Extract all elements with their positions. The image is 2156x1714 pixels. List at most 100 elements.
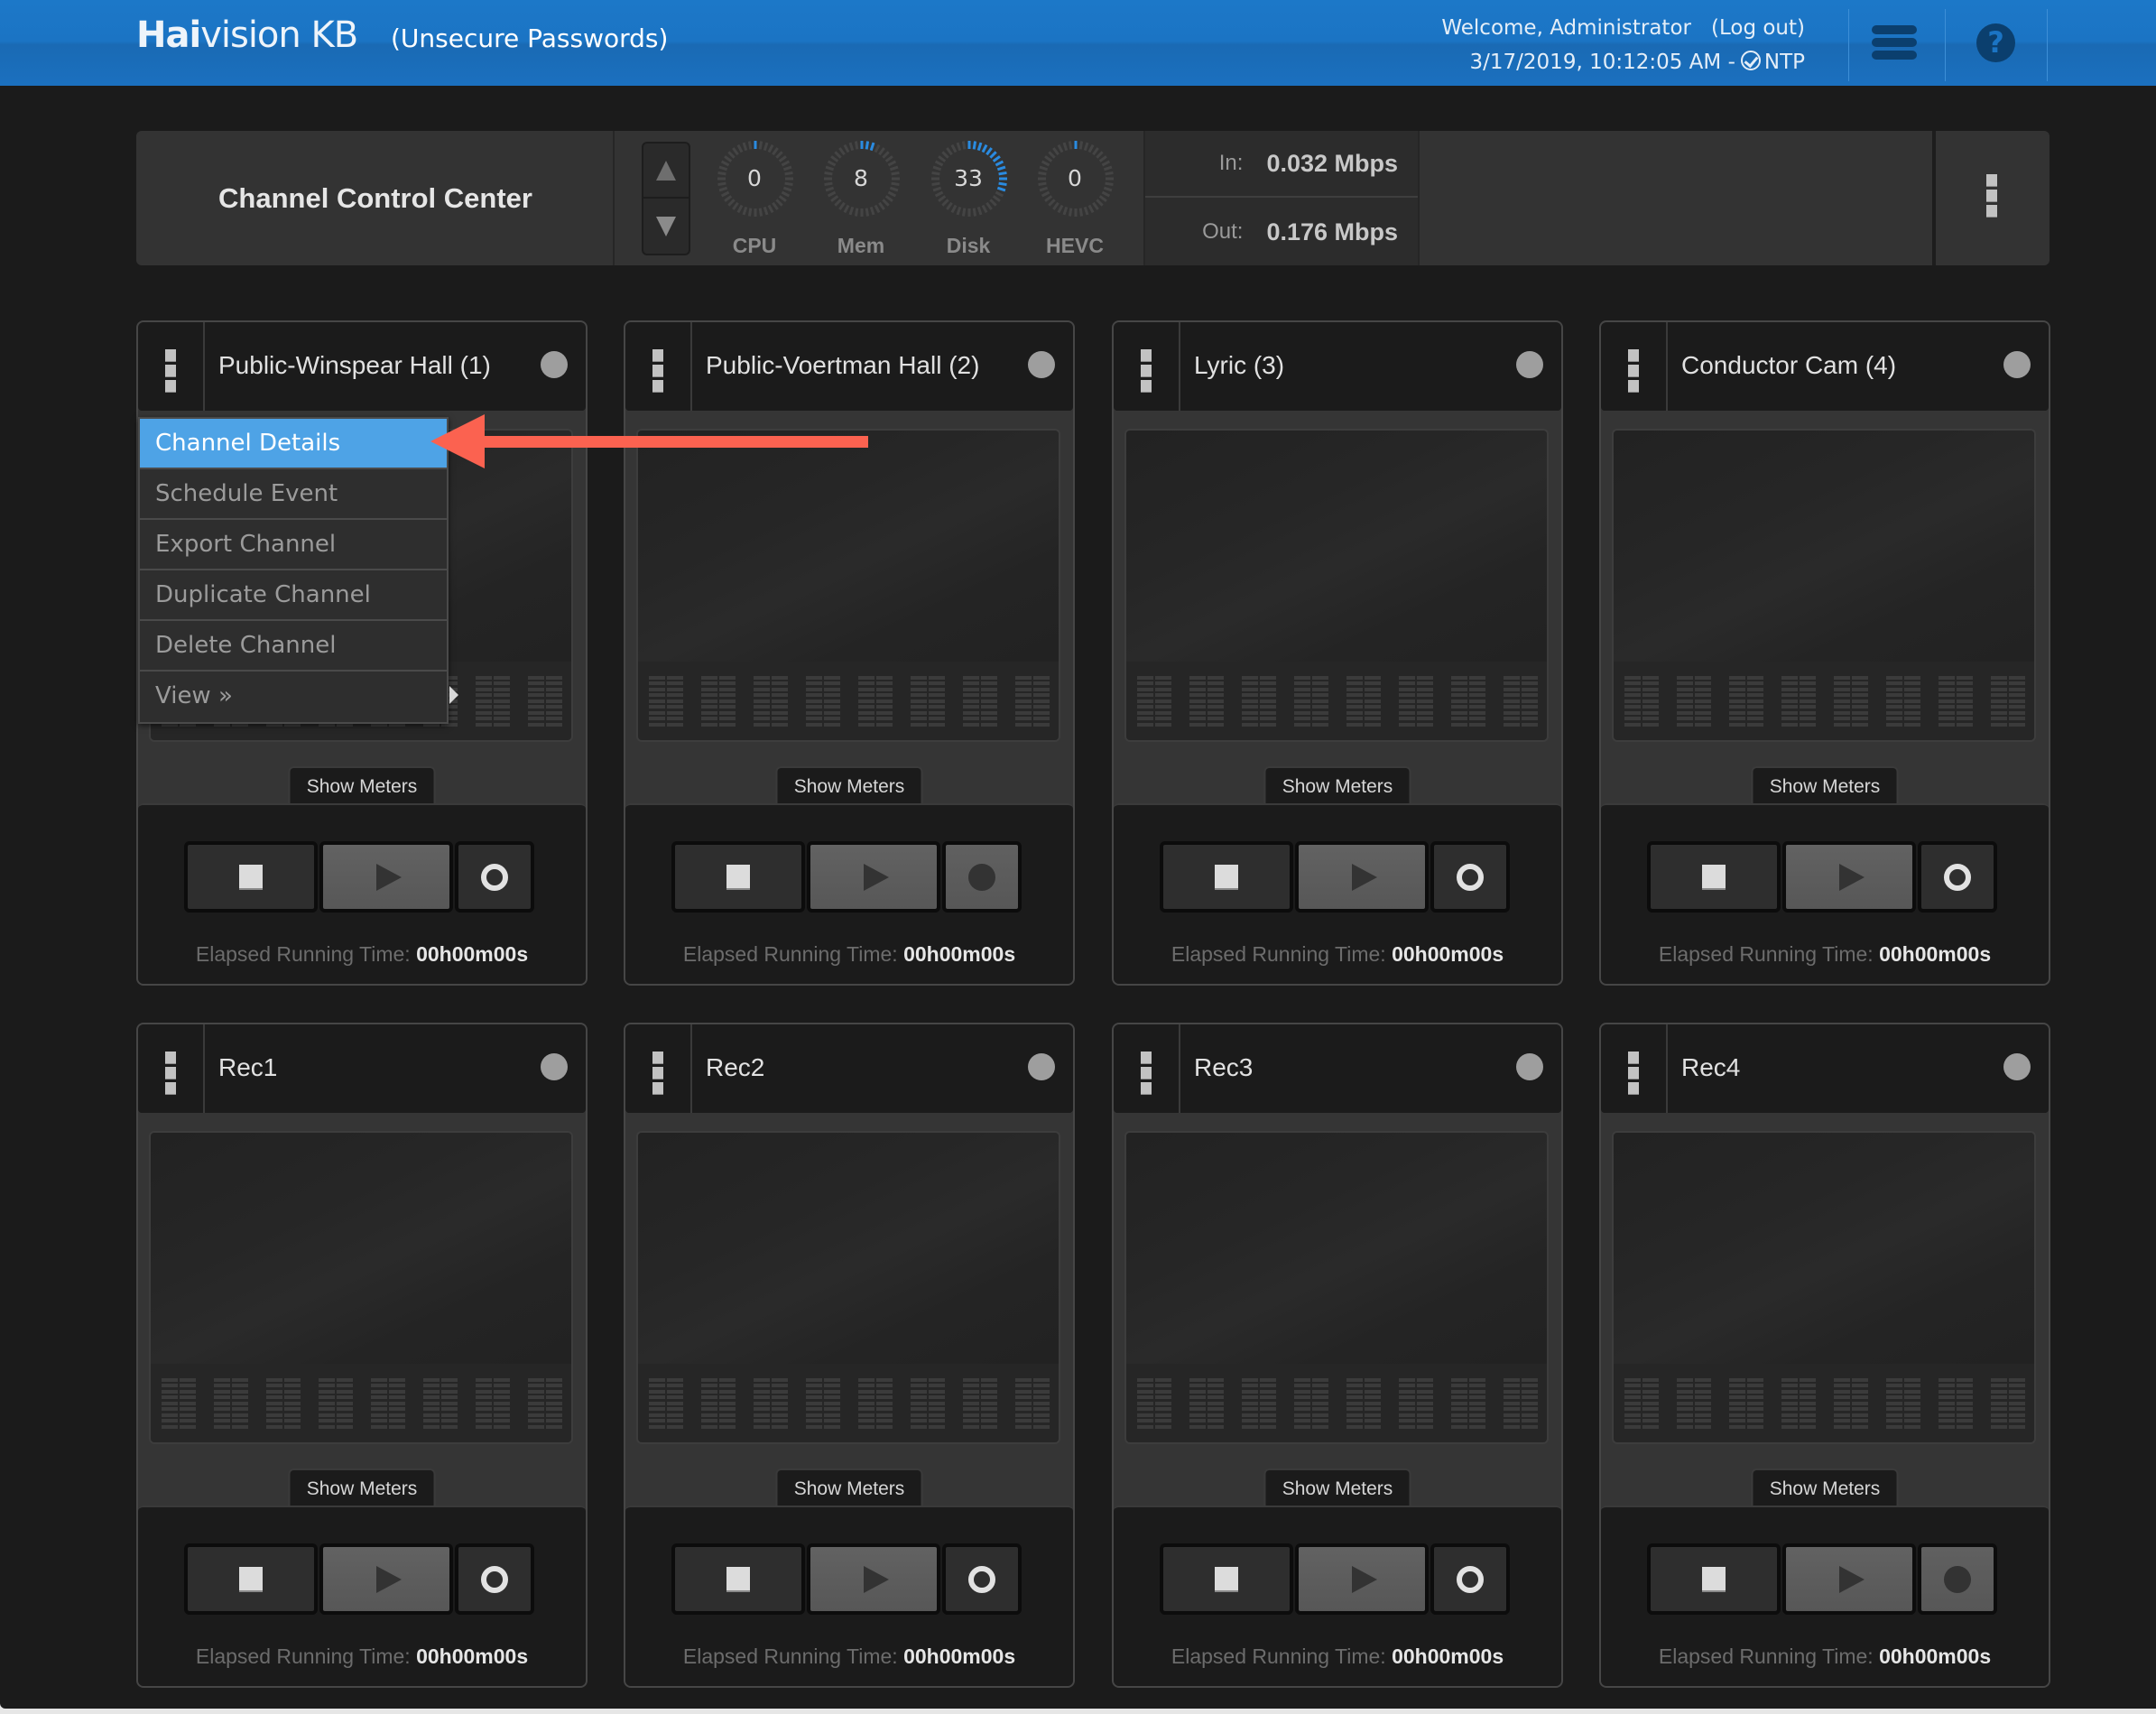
stop-icon <box>1215 1566 1238 1592</box>
record-button[interactable] <box>455 841 534 913</box>
channel-options-kebab-icon[interactable] <box>625 1024 692 1113</box>
show-meters-button[interactable]: Show Meters <box>1751 1468 1899 1506</box>
play-button[interactable] <box>1782 841 1916 913</box>
gauge-tick <box>1044 155 1053 162</box>
app-subtitle: (Unsecure Passwords) <box>391 23 669 53</box>
hamburger-menu-icon[interactable] <box>1872 25 1917 60</box>
play-button[interactable] <box>807 841 940 913</box>
stop-button[interactable] <box>1160 841 1293 913</box>
channel-options-kebab-icon[interactable] <box>625 322 692 411</box>
brand-bold: Hai <box>136 14 201 56</box>
audio-meter <box>476 1378 510 1429</box>
channel-header: Rec3 <box>1114 1024 1561 1113</box>
record-ring-icon <box>481 863 508 891</box>
menu-item-view[interactable]: View » <box>140 672 458 722</box>
show-meters-button[interactable]: Show Meters <box>775 1468 923 1506</box>
gauge-label: HEVC <box>1046 234 1104 257</box>
gauge-tick <box>869 206 875 216</box>
annotation-arrow-head-icon <box>430 414 485 468</box>
audio-meter <box>701 1378 736 1429</box>
record-button[interactable] <box>1918 1543 1997 1615</box>
audio-meter <box>1677 1378 1711 1429</box>
record-button[interactable] <box>942 1543 1022 1615</box>
channel-header: Rec1 <box>138 1024 586 1113</box>
audio-meter <box>911 676 945 727</box>
gauge-tick <box>772 201 779 210</box>
record-button[interactable] <box>942 841 1022 913</box>
video-preview[interactable] <box>1612 1131 2036 1444</box>
stop-button[interactable] <box>1647 841 1781 913</box>
menu-item-channel-details[interactable]: Channel Details <box>140 419 447 469</box>
gauge-tick <box>767 144 774 153</box>
menu-item-delete-channel[interactable]: Delete Channel <box>140 621 447 672</box>
audio-meters <box>162 1378 562 1429</box>
gauge-tick <box>938 195 947 202</box>
menu-item-duplicate-channel[interactable]: Duplicate Channel <box>140 570 447 621</box>
play-button[interactable] <box>807 1543 940 1615</box>
channel-options-kebab-icon[interactable] <box>138 1024 205 1113</box>
play-button[interactable] <box>319 841 453 913</box>
audio-meter <box>1886 676 1920 727</box>
audio-meters <box>649 676 1050 727</box>
stop-button[interactable] <box>1160 1543 1293 1615</box>
play-button[interactable] <box>319 1543 453 1615</box>
channel-options-kebab-icon[interactable] <box>1114 322 1180 411</box>
record-button[interactable] <box>1430 841 1510 913</box>
gauge-tick <box>758 141 763 150</box>
menu-item-schedule-event[interactable]: Schedule Event <box>140 469 447 520</box>
gauge-tick <box>742 206 748 216</box>
elapsed-running-time: Elapsed Running Time: 00h00m00s <box>1601 942 2049 967</box>
show-meters-button[interactable]: Show Meters <box>775 766 923 804</box>
scroll-down-button[interactable] <box>643 199 689 254</box>
help-icon[interactable]: ? <box>1976 23 2015 62</box>
channel-options-kebab-icon[interactable] <box>138 322 205 411</box>
scroll-up-button[interactable] <box>643 144 689 199</box>
audio-meter <box>806 676 840 727</box>
show-meters-button[interactable]: Show Meters <box>288 766 436 804</box>
play-icon <box>864 863 889 891</box>
video-preview[interactable] <box>636 1131 1060 1444</box>
channel-options-kebab-icon[interactable] <box>1601 1024 1668 1113</box>
record-button[interactable] <box>455 1543 534 1615</box>
logout-link[interactable]: (Log out) <box>1711 16 1805 40</box>
stop-button[interactable] <box>1647 1543 1781 1615</box>
stop-button[interactable] <box>671 1543 805 1615</box>
transport-controls: Elapsed Running Time: 00h00m00s <box>625 803 1073 984</box>
channel-options-kebab-icon[interactable] <box>1601 322 1668 411</box>
stop-button[interactable] <box>184 1543 318 1615</box>
record-button[interactable] <box>1918 841 1997 913</box>
video-preview[interactable] <box>1124 429 1549 742</box>
gauge-tick <box>874 144 881 153</box>
show-meters-button[interactable]: Show Meters <box>288 1468 436 1506</box>
video-preview[interactable] <box>1612 429 2036 742</box>
gauge-tick <box>992 195 1001 202</box>
video-preview[interactable] <box>149 1131 573 1444</box>
show-meters-button[interactable]: Show Meters <box>1263 766 1411 804</box>
brand-rest: vision KB <box>200 14 358 56</box>
audio-meter <box>911 1378 945 1429</box>
audio-meter <box>1939 1378 1973 1429</box>
gauge-tick <box>848 206 855 216</box>
channel-header: Conductor Cam (4) <box>1601 322 2049 411</box>
channel-title: Rec4 <box>1681 1053 1741 1081</box>
gauge-tick <box>724 195 733 202</box>
play-button[interactable] <box>1295 1543 1429 1615</box>
video-preview[interactable] <box>1124 1131 1549 1444</box>
play-button[interactable] <box>1295 841 1429 913</box>
play-icon <box>376 863 402 891</box>
elapsed-running-time: Elapsed Running Time: 00h00m00s <box>625 1645 1073 1669</box>
gauge-tick <box>887 190 897 198</box>
global-options-kebab-icon[interactable] <box>1934 131 2050 265</box>
record-button[interactable] <box>1430 1543 1510 1615</box>
stop-button[interactable] <box>184 841 318 913</box>
channel-options-kebab-icon[interactable] <box>1114 1024 1180 1113</box>
stop-button[interactable] <box>671 841 805 913</box>
menu-item-export-channel[interactable]: Export Channel <box>140 520 447 570</box>
show-meters-button[interactable]: Show Meters <box>1263 1468 1411 1506</box>
menu-item-label: Channel Details <box>155 430 341 457</box>
gauge-tick <box>976 142 983 152</box>
video-preview[interactable] <box>636 429 1060 742</box>
play-button[interactable] <box>1782 1543 1916 1615</box>
show-meters-button[interactable]: Show Meters <box>1751 766 1899 804</box>
gauge-mem: 8 Mem <box>816 140 906 261</box>
